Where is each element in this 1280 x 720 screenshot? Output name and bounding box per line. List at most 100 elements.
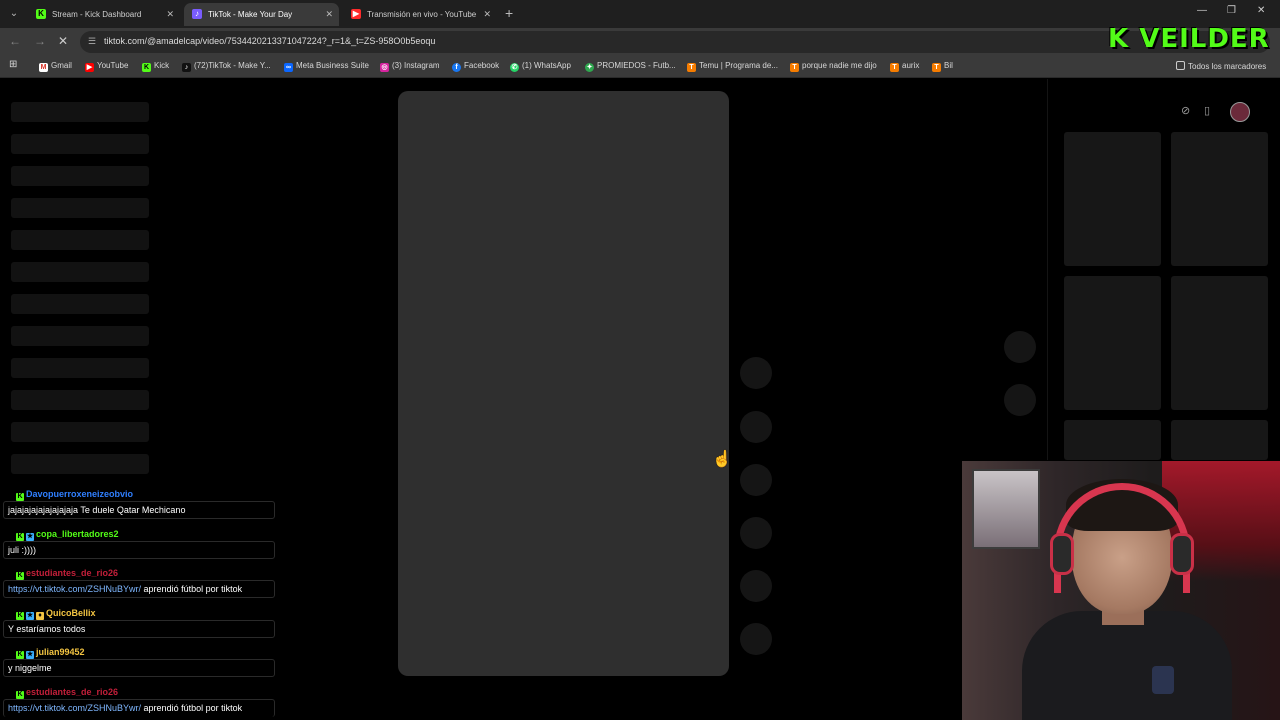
restore-icon[interactable]: ❐: [1227, 5, 1236, 16]
chat-message: https://vt.tiktok.com/ZSHNuBYwr/ aprendi…: [3, 580, 275, 598]
tab-strip: ⌄ K Stream - Kick Dashboard ✕ ♪ TikTok -…: [0, 0, 1280, 28]
chat-username: Kestudiantes_de_rio26: [13, 686, 122, 700]
chat-username: K Davopuerroxeneizeobvio: [13, 488, 137, 502]
right-panel-divider: [1047, 79, 1048, 460]
action-button-placeholder[interactable]: [740, 411, 772, 443]
chat-message: jajajajajajajajajaja Te duele Qatar Mech…: [3, 501, 275, 519]
chat-username: K ★ copa_libertadores2: [13, 528, 122, 542]
bookmark-meta[interactable]: ∞ Meta Business Suite: [284, 61, 369, 72]
video-grid-skeleton: [1171, 420, 1268, 460]
headset-earcup: [1170, 533, 1194, 575]
sidebar-skeleton: [11, 230, 149, 250]
new-tab-button[interactable]: +: [505, 5, 513, 21]
next-video-button[interactable]: [1004, 384, 1036, 416]
chat-message: Y estaríamos todos: [3, 620, 275, 638]
site-info-icon[interactable]: ☰: [88, 36, 100, 48]
close-icon[interactable]: ✕: [166, 3, 174, 26]
screen: ⌄ K Stream - Kick Dashboard ✕ ♪ TikTok -…: [0, 0, 1280, 720]
window-close-icon[interactable]: ✕: [1257, 5, 1265, 16]
tab-youtube-live[interactable]: ▶ Transmisión en vivo - YouTube ✕: [343, 3, 497, 26]
tab-search-icon[interactable]: ⌄: [6, 6, 22, 22]
url-text[interactable]: tiktok.com/@amadelcap/video/753442021337…: [104, 36, 435, 46]
bookmark-bil[interactable]: T Bil: [932, 61, 953, 72]
previous-video-button[interactable]: [1004, 331, 1036, 363]
device-icon[interactable]: ▯: [1204, 104, 1210, 117]
shirt-logo: [1152, 666, 1174, 694]
sidebar-skeleton: [11, 454, 149, 474]
chat-message: juli :)))): [3, 541, 275, 559]
kick-icon: K: [36, 9, 46, 19]
kick-badge-icon: K: [16, 533, 24, 541]
sidebar-skeleton: [11, 422, 149, 442]
sidebar-skeleton: [11, 198, 149, 218]
webcam-overlay: [962, 461, 1280, 720]
bookmark-promiedos[interactable]: ✦ PROMIEDOS - Futb...: [585, 61, 676, 72]
temu-icon: T: [687, 63, 696, 72]
video-grid-skeleton: [1171, 276, 1268, 410]
chat-username: K ★ ♦ QuicoBellix: [13, 607, 99, 621]
bookmark-kick[interactable]: K Kick: [142, 61, 169, 72]
hand-cursor-icon: ☝: [712, 451, 732, 468]
apps-icon[interactable]: ⊞: [9, 59, 17, 70]
coins-icon[interactable]: ⊘: [1181, 104, 1190, 117]
chat-message: https://vt.tiktok.com/ZSHNuBYwr/ aprendi…: [3, 699, 275, 717]
minimize-icon[interactable]: —: [1197, 5, 1207, 16]
avatar[interactable]: [1230, 102, 1250, 122]
subscriber-badge-icon: ★: [26, 533, 34, 541]
action-button-placeholder[interactable]: [740, 517, 772, 549]
bookmark-tiktok[interactable]: ♪ (72)TikTok - Make Y...: [182, 61, 271, 72]
action-button-placeholder[interactable]: [740, 357, 772, 389]
sidebar-skeleton: [11, 358, 149, 378]
instagram-icon: ◎: [380, 63, 389, 72]
streamer-logo: K VEILDER: [1108, 24, 1270, 54]
kick-badge-icon: K: [16, 493, 24, 501]
all-bookmarks[interactable]: Todos los marcadores: [1176, 61, 1266, 71]
action-button-placeholder[interactable]: [740, 623, 772, 655]
bookmark-aurix[interactable]: Taurix: [890, 61, 919, 72]
browser-toolbar: ← → ✕ ☰ tiktok.com/@amadelcap/video/7534…: [0, 28, 1280, 56]
webcam-poster: [972, 469, 1040, 549]
sidebar-skeleton: [11, 262, 149, 282]
sidebar-skeleton: [11, 134, 149, 154]
promiedos-icon: ✦: [585, 63, 594, 72]
video-player-placeholder[interactable]: [398, 91, 729, 676]
tab-kick-dashboard[interactable]: K Stream - Kick Dashboard ✕: [28, 3, 180, 26]
video-grid-skeleton: [1064, 420, 1161, 460]
action-button-placeholder[interactable]: [740, 570, 772, 602]
video-grid-skeleton: [1171, 132, 1268, 266]
headset-earcup: [1050, 533, 1074, 575]
bookmark-gmail[interactable]: M Gmail: [39, 61, 72, 72]
chat-message: y niggelme: [3, 659, 275, 677]
kick-badge-icon: K: [16, 691, 24, 699]
youtube-icon: ▶: [85, 63, 94, 72]
video-grid-skeleton: [1064, 132, 1161, 266]
youtube-icon: ▶: [351, 9, 361, 19]
bookmarks-bar: ⊞ M Gmail ▶ YouTube K Kick ♪ (72)TikTok - Ma…: [0, 56, 1280, 78]
close-icon[interactable]: ✕: [325, 3, 333, 26]
back-icon[interactable]: ←: [9, 34, 21, 48]
sidebar-skeleton: [11, 294, 149, 314]
stop-icon[interactable]: ✕: [58, 34, 68, 48]
bookmark-whatsapp[interactable]: ✆ (1) WhatsApp: [510, 61, 571, 72]
bookmark-temu[interactable]: T Temu | Programa de...: [687, 61, 778, 72]
temu-icon: T: [890, 63, 899, 72]
action-button-placeholder[interactable]: [740, 464, 772, 496]
subscriber-badge-icon: ★: [26, 651, 34, 659]
meta-icon: ∞: [284, 63, 293, 72]
facebook-icon: f: [452, 63, 461, 72]
address-bar[interactable]: ☰ tiktok.com/@amadelcap/video/7534420213…: [80, 31, 1270, 53]
kick-icon: K: [142, 63, 151, 72]
sidebar-skeleton: [11, 390, 149, 410]
streamer-body: [1022, 611, 1232, 720]
kick-badge-icon: K: [16, 612, 24, 620]
bookmark-youtube[interactable]: ▶ YouTube: [85, 61, 128, 72]
bookmark-porque-nadie[interactable]: Tporque nadie me dijo: [790, 61, 877, 72]
folder-icon: [1176, 61, 1185, 70]
kick-badge-icon: K: [16, 651, 24, 659]
tab-tiktok[interactable]: ♪ TikTok - Make Your Day ✕: [184, 3, 339, 26]
forward-icon[interactable]: →: [34, 34, 46, 48]
bookmark-instagram[interactable]: ◎ (3) Instagram: [380, 61, 440, 72]
close-icon[interactable]: ✕: [483, 3, 491, 26]
bookmark-facebook[interactable]: f Facebook: [452, 61, 499, 72]
gift-badge-icon: ♦: [36, 612, 44, 620]
